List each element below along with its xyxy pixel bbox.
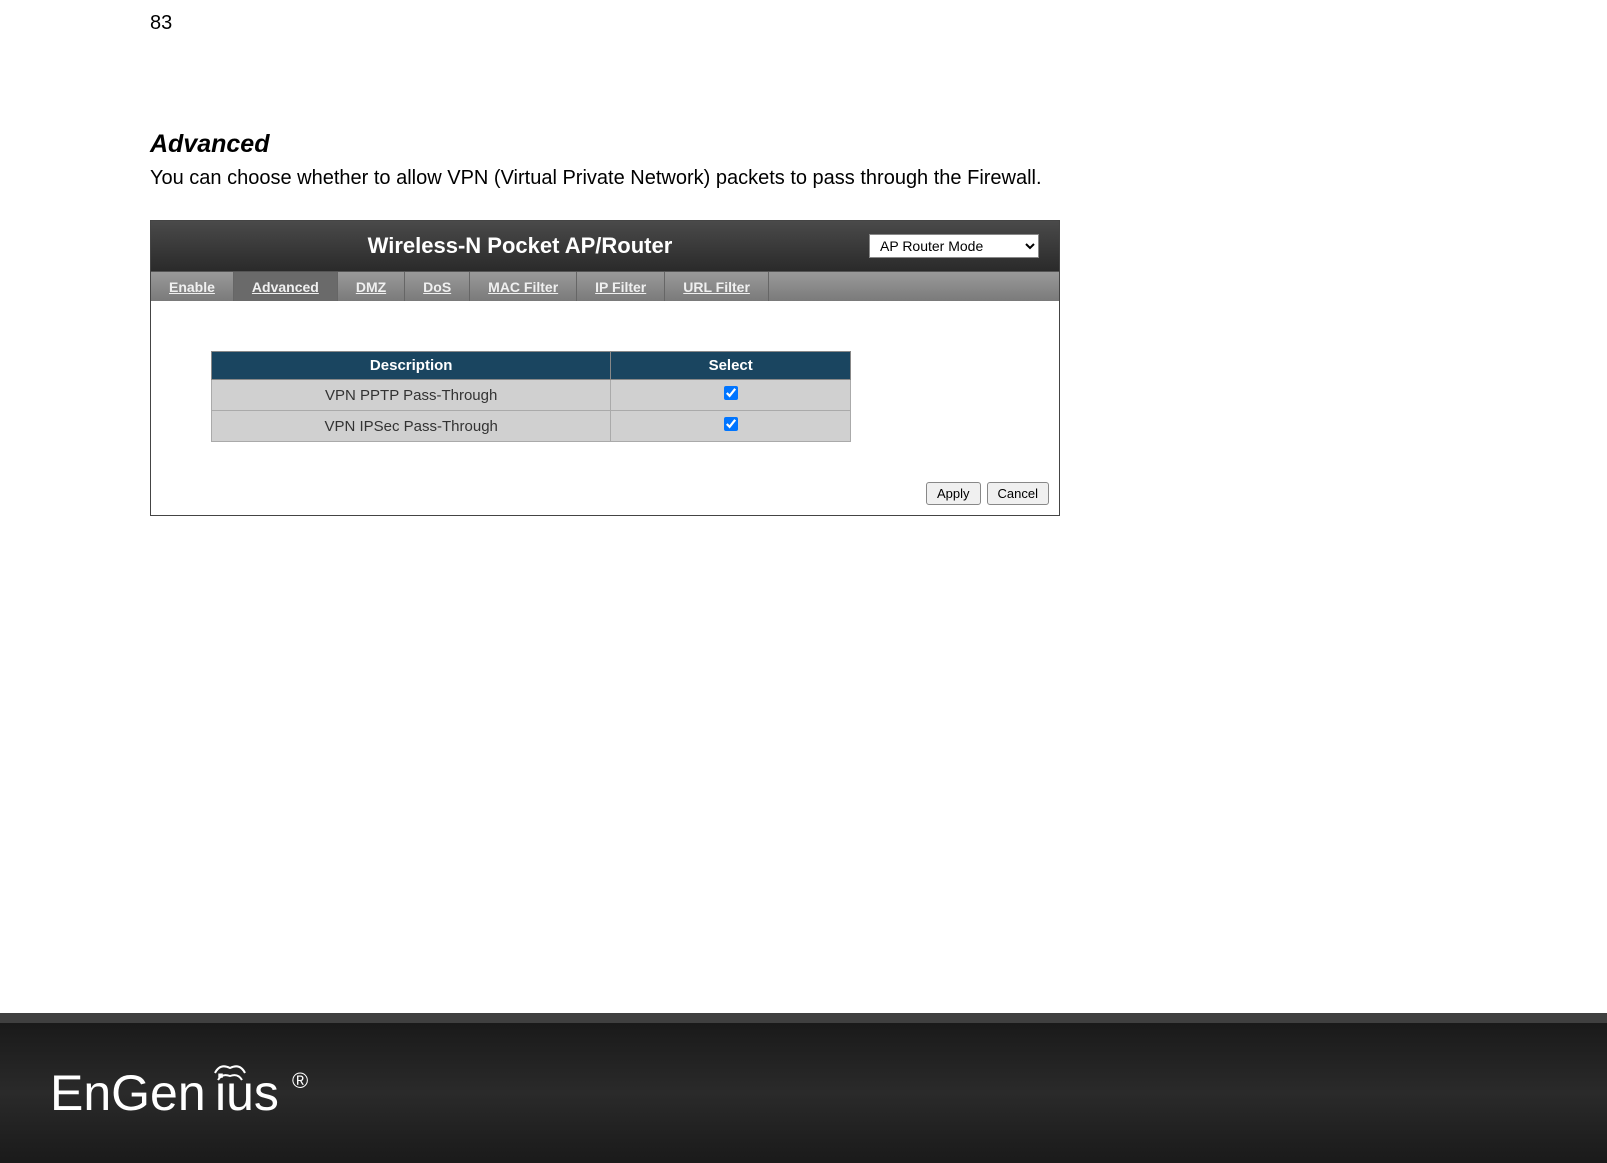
section-heading: Advanced (150, 130, 1400, 159)
table-header-row: Description Select (212, 352, 851, 380)
footer-divider (0, 1013, 1607, 1023)
tab-enable[interactable]: Enable (151, 272, 234, 301)
column-header-description: Description (212, 352, 611, 380)
apply-button[interactable]: Apply (926, 482, 981, 505)
svg-text:EnGen: EnGen (50, 1065, 206, 1121)
settings-area: Description Select VPN PPTP Pass-Through… (151, 301, 1059, 462)
table-row: VPN PPTP Pass-Through (212, 380, 851, 411)
row-select-cell (611, 411, 851, 442)
tab-advanced[interactable]: Advanced (234, 272, 338, 301)
router-admin-panel: Wireless-N Pocket AP/Router AP Router Mo… (150, 220, 1060, 516)
section-description: You can choose whether to allow VPN (Vir… (150, 167, 1400, 190)
router-title: Wireless-N Pocket AP/Router (171, 233, 869, 259)
tab-url-filter[interactable]: URL Filter (665, 272, 769, 301)
row-description: VPN IPSec Pass-Through (212, 411, 611, 442)
tab-dmz[interactable]: DMZ (338, 272, 405, 301)
row-select-cell (611, 380, 851, 411)
tab-dos[interactable]: DoS (405, 272, 470, 301)
tab-bar: Enable Advanced DMZ DoS MAC Filter IP Fi… (151, 271, 1059, 301)
table-row: VPN IPSec Pass-Through (212, 411, 851, 442)
mode-select[interactable]: AP Router Mode (869, 234, 1039, 258)
row-description: VPN PPTP Pass-Through (212, 380, 611, 411)
column-header-select: Select (611, 352, 851, 380)
settings-table: Description Select VPN PPTP Pass-Through… (211, 351, 851, 442)
page-number: 83 (150, 12, 172, 35)
vpn-ipsec-checkbox[interactable] (724, 417, 738, 431)
content-area: Advanced You can choose whether to allow… (150, 130, 1400, 516)
svg-text:®: ® (292, 1068, 308, 1093)
button-row: Apply Cancel (151, 462, 1059, 515)
tab-ip-filter[interactable]: IP Filter (577, 272, 665, 301)
tab-mac-filter[interactable]: MAC Filter (470, 272, 577, 301)
vpn-pptp-checkbox[interactable] (724, 386, 738, 400)
logo-svg: EnGen ius ® (50, 1058, 380, 1128)
cancel-button[interactable]: Cancel (987, 482, 1049, 505)
svg-text:ius: ius (215, 1065, 279, 1121)
engenius-logo: EnGen ius ® (50, 1058, 380, 1128)
footer: EnGen ius ® (0, 1023, 1607, 1163)
router-header: Wireless-N Pocket AP/Router AP Router Mo… (151, 221, 1059, 271)
